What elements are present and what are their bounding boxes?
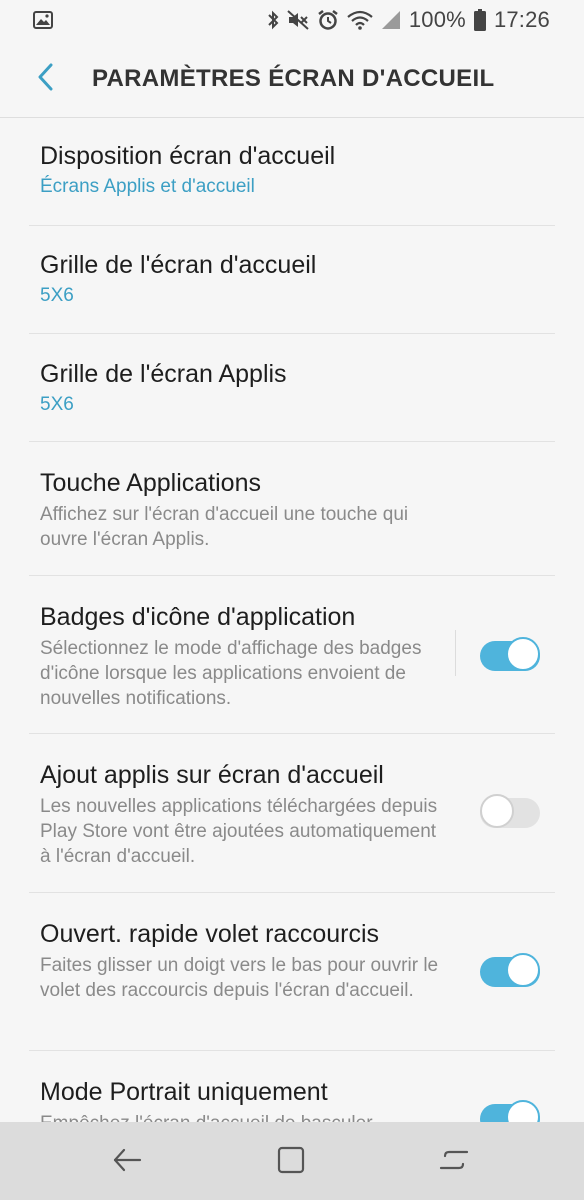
- toggle-thumb: [480, 794, 514, 828]
- setting-title: Mode Portrait uniquement: [40, 1078, 328, 1106]
- setting-value: 5X6: [40, 285, 74, 306]
- nav-back-button[interactable]: [107, 1142, 147, 1182]
- settings-list[interactable]: Disposition écran d'accueil Écrans Appli…: [0, 118, 584, 1122]
- setting-description: Empêchez l'écran d'accueil de basculer: [40, 1111, 440, 1122]
- home-square-icon: [277, 1146, 305, 1179]
- recent-apps-icon: [439, 1147, 469, 1178]
- setting-title: Disposition écran d'accueil: [40, 142, 336, 170]
- setting-value: Écrans Applis et d'accueil: [40, 176, 255, 197]
- clock: 17:26: [493, 7, 550, 32]
- setting-title: Grille de l'écran Applis: [40, 360, 287, 388]
- mute-icon: [287, 10, 309, 30]
- setting-value: 5X6: [40, 394, 74, 415]
- signal-icon: [381, 10, 401, 30]
- divider: [29, 441, 555, 442]
- setting-portrait-mode-only[interactable]: Mode Portrait uniquement Empêchez l'écra…: [0, 1076, 584, 1122]
- navigation-bar: [0, 1122, 584, 1200]
- setting-apps-button[interactable]: Touche Applications Affichez sur l'écran…: [0, 467, 584, 577]
- setting-home-screen-grid[interactable]: Grille de l'écran d'accueil 5X6: [0, 249, 584, 335]
- app-header: PARAMÈTRES ÉCRAN D'ACCUEIL: [0, 40, 584, 118]
- toggle-thumb: [506, 637, 540, 671]
- setting-title: Grille de l'écran d'accueil: [40, 251, 317, 279]
- toggle-thumb: [506, 953, 540, 987]
- divider: [29, 892, 555, 893]
- gallery-icon: [33, 11, 53, 34]
- alarm-icon: [317, 9, 339, 31]
- setting-description: Sélectionnez le mode d'affichage des bad…: [40, 638, 422, 709]
- divider: [29, 575, 555, 576]
- setting-app-icon-badges[interactable]: Badges d'icône d'application Sélectionne…: [0, 601, 584, 735]
- setting-home-screen-layout[interactable]: Disposition écran d'accueil Écrans Appli…: [0, 140, 584, 226]
- battery-icon: [473, 9, 486, 31]
- setting-title: Ajout applis sur écran d'accueil: [40, 761, 384, 789]
- portrait-mode-toggle[interactable]: [480, 1100, 540, 1122]
- divider: [29, 225, 555, 226]
- vertical-separator: [455, 630, 456, 676]
- nav-home-button[interactable]: [271, 1142, 311, 1182]
- status-bar: 100% 17:26: [0, 0, 584, 40]
- nav-recents-button[interactable]: [434, 1142, 474, 1182]
- setting-quick-open-panel[interactable]: Ouvert. rapide volet raccourcis Faites g…: [0, 918, 584, 1052]
- divider: [29, 1050, 555, 1051]
- divider: [29, 333, 555, 334]
- setting-add-apps-home[interactable]: Ajout applis sur écran d'accueil Les nou…: [0, 759, 584, 893]
- add-apps-home-toggle[interactable]: [480, 794, 540, 830]
- toggle-thumb: [506, 1100, 540, 1122]
- back-button[interactable]: [28, 60, 62, 98]
- wifi-icon: [347, 10, 373, 30]
- setting-apps-screen-grid[interactable]: Grille de l'écran Applis 5X6: [0, 358, 584, 444]
- setting-description: Affichez sur l'écran d'accueil une touch…: [40, 504, 409, 550]
- setting-description: Faites glisser un doigt vers le bas pour…: [40, 955, 439, 1001]
- setting-title: Touche Applications: [40, 469, 261, 497]
- divider: [29, 733, 555, 734]
- back-arrow-icon: [112, 1147, 142, 1178]
- app-icon-badges-toggle[interactable]: [480, 637, 540, 673]
- page-title: PARAMÈTRES ÉCRAN D'ACCUEIL: [92, 65, 495, 92]
- setting-title: Ouvert. rapide volet raccourcis: [40, 920, 380, 948]
- chevron-left-icon: [37, 63, 53, 96]
- setting-description: Les nouvelles applications téléchargées …: [40, 796, 438, 867]
- bluetooth-icon: [267, 10, 279, 30]
- quick-open-panel-toggle[interactable]: [480, 953, 540, 989]
- setting-title: Badges d'icône d'application: [40, 603, 356, 631]
- battery-percent: 100%: [408, 7, 466, 32]
